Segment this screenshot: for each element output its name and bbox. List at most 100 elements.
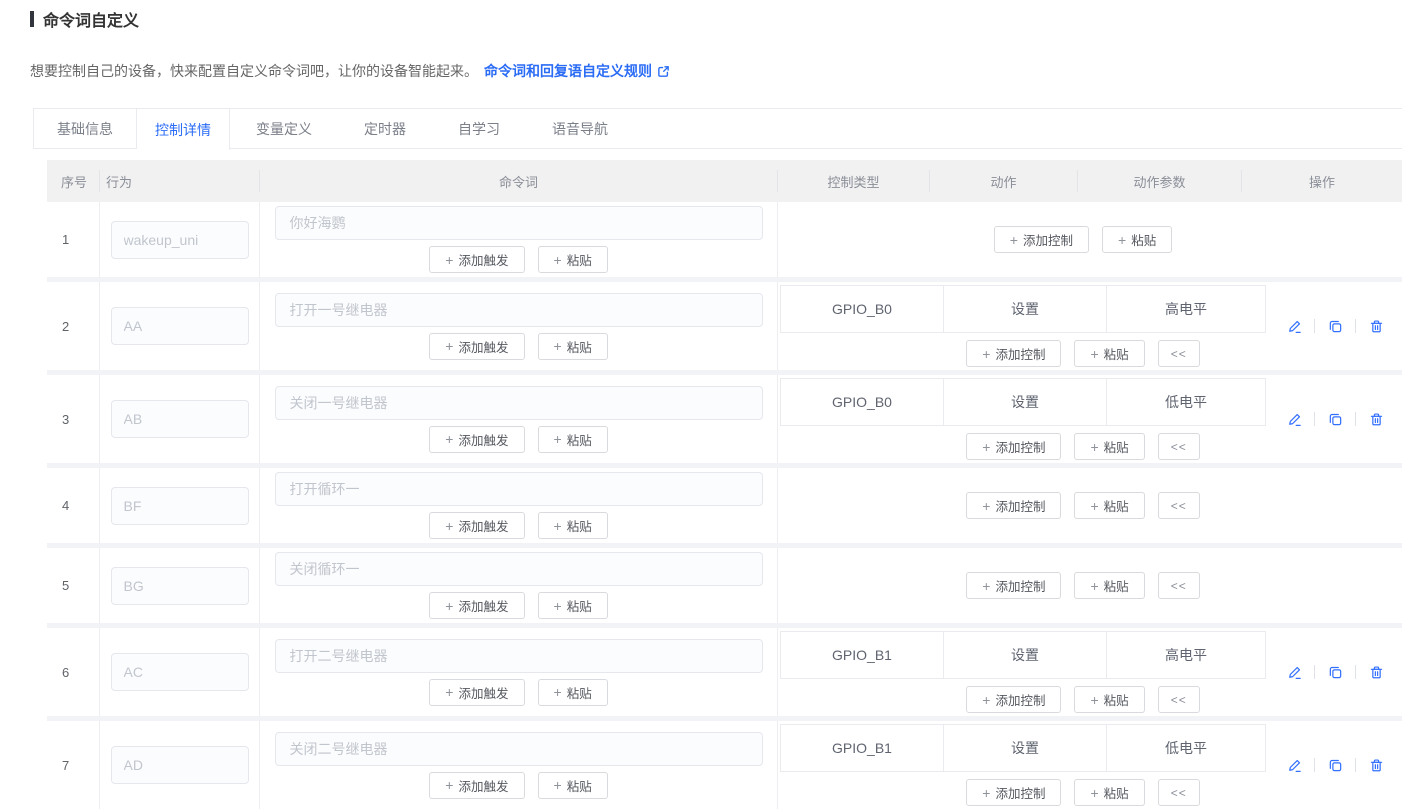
copy-button[interactable] — [1326, 410, 1344, 428]
behavior-input[interactable] — [111, 221, 249, 259]
tab-variable-definition[interactable]: 变量定义 — [230, 109, 338, 149]
behavior-input[interactable] — [111, 746, 249, 784]
delete-button[interactable] — [1367, 410, 1385, 428]
add-trigger-button[interactable]: +添加触发 — [429, 246, 524, 273]
tab-voice-navigation[interactable]: 语音导航 — [526, 109, 634, 149]
add-trigger-button[interactable]: +添加触发 — [429, 772, 524, 799]
paste-control-button[interactable]: +粘贴 — [1102, 226, 1172, 253]
paste-control-button[interactable]: +粘贴 — [1074, 686, 1144, 713]
command-input[interactable] — [275, 639, 763, 673]
command-input[interactable] — [275, 472, 763, 506]
plus-icon: + — [554, 432, 562, 446]
paste-trigger-button[interactable]: +粘贴 — [538, 772, 608, 799]
behavior-input[interactable] — [111, 653, 249, 691]
command-input[interactable] — [275, 206, 763, 240]
copy-icon — [1328, 412, 1343, 427]
command-cell: +添加触发 +粘贴 — [260, 375, 778, 463]
add-control-button[interactable]: +添加控制 — [966, 340, 1061, 367]
page-description-row: 想要控制自己的设备，快来配置自定义命令词吧，让你的设备智能起来。 命令词和回复语… — [30, 61, 1402, 81]
behavior-input[interactable] — [111, 400, 249, 438]
plus-icon: + — [1090, 786, 1098, 800]
paste-trigger-button[interactable]: +粘贴 — [538, 679, 608, 706]
paste-control-button[interactable]: +粘贴 — [1074, 492, 1144, 519]
add-control-button[interactable]: +添加控制 — [966, 433, 1061, 460]
delete-button[interactable] — [1367, 317, 1385, 335]
copy-button[interactable] — [1326, 663, 1344, 681]
control-action-value: 设置 — [944, 379, 1107, 425]
add-trigger-button[interactable]: +添加触发 — [429, 426, 524, 453]
tab-self-learning[interactable]: 自学习 — [432, 109, 526, 149]
delete-button[interactable] — [1367, 756, 1385, 774]
tab-bar: 基础信息 控制详情 变量定义 定时器 自学习 语音导航 — [33, 108, 1402, 149]
add-control-label: 添加控制 — [995, 496, 1045, 515]
behavior-input[interactable] — [111, 567, 249, 605]
add-trigger-button[interactable]: +添加触发 — [429, 592, 524, 619]
paste-control-button[interactable]: +粘贴 — [1074, 433, 1144, 460]
col-header-control-type: 控制类型 — [778, 170, 930, 192]
paste-label: 粘贴 — [567, 596, 592, 615]
add-trigger-label: 添加触发 — [458, 430, 508, 449]
add-control-button[interactable]: + 添加控制 — [966, 779, 1061, 806]
command-input[interactable] — [275, 386, 763, 420]
rules-link[interactable]: 命令词和回复语自定义规则 — [484, 61, 670, 81]
table-row: 1 +添加触发 +粘贴 +添加控制 +粘贴 — [47, 202, 1402, 277]
behavior-input[interactable] — [111, 487, 249, 525]
control-box: GPIO_B0 设置 低电平 — [780, 378, 1266, 426]
trigger-button-row: +添加触发 +粘贴 — [429, 246, 607, 273]
add-trigger-button[interactable]: +添加触发 — [429, 512, 524, 539]
command-input[interactable] — [275, 732, 763, 766]
add-control-label: 添加控制 — [995, 783, 1045, 802]
paste-trigger-button[interactable]: +粘贴 — [538, 592, 608, 619]
paste-trigger-button[interactable]: +粘贴 — [538, 426, 608, 453]
plus-icon: + — [982, 786, 990, 800]
add-trigger-button[interactable]: +添加触发 — [429, 679, 524, 706]
col-header-index: 序号 — [47, 170, 100, 192]
paste-control-button[interactable]: +粘贴 — [1074, 572, 1144, 599]
collapse-button[interactable]: << — [1158, 779, 1200, 806]
paste-label: 粘贴 — [567, 250, 592, 269]
paste-trigger-button[interactable]: +粘贴 — [538, 512, 608, 539]
add-trigger-button[interactable]: +添加触发 — [429, 333, 524, 360]
edit-button[interactable] — [1285, 663, 1303, 681]
row-index: 6 — [47, 628, 100, 716]
copy-button[interactable] — [1326, 317, 1344, 335]
collapse-button[interactable]: << — [1158, 686, 1200, 713]
control-action-value: 设置 — [944, 286, 1107, 332]
table-body: 1 +添加触发 +粘贴 +添加控制 +粘贴 2 — [47, 202, 1402, 809]
edit-button[interactable] — [1285, 317, 1303, 335]
copy-button[interactable] — [1326, 756, 1344, 774]
plus-icon: + — [445, 519, 453, 533]
collapse-button[interactable]: << — [1158, 572, 1200, 599]
add-control-button[interactable]: +添加控制 — [994, 226, 1089, 253]
paste-control-button[interactable]: + 粘贴 — [1074, 779, 1144, 806]
paste-trigger-button[interactable]: +粘贴 — [538, 333, 608, 360]
table-row: 4 +添加触发 +粘贴 +添加控制 +粘贴 << — [47, 468, 1402, 543]
paste-control-button[interactable]: +粘贴 — [1074, 340, 1144, 367]
row-index: 3 — [47, 375, 100, 463]
tab-timer[interactable]: 定时器 — [338, 109, 432, 149]
page-title: 命令词自定义 — [43, 7, 139, 31]
paste-trigger-button[interactable]: +粘贴 — [538, 246, 608, 273]
tab-control-details[interactable]: 控制详情 — [137, 109, 230, 150]
collapse-button[interactable]: << — [1158, 492, 1200, 519]
collapse-button[interactable]: << — [1158, 433, 1200, 460]
plus-icon: + — [445, 599, 453, 613]
add-control-button[interactable]: +添加控制 — [966, 686, 1061, 713]
behavior-input[interactable] — [111, 307, 249, 345]
command-input[interactable] — [275, 552, 763, 586]
edit-button[interactable] — [1285, 756, 1303, 774]
collapse-button[interactable]: << — [1158, 340, 1200, 367]
add-control-button[interactable]: +添加控制 — [966, 572, 1061, 599]
operations-divider — [1355, 758, 1356, 772]
row-operations — [1268, 628, 1402, 716]
trigger-button-row: +添加触发 +粘贴 — [429, 592, 607, 619]
add-control-button[interactable]: +添加控制 — [966, 492, 1061, 519]
page-header: 命令词自定义 — [30, 7, 1402, 31]
delete-button[interactable] — [1367, 663, 1385, 681]
paste-label: 粘贴 — [1104, 783, 1129, 802]
tab-basic-info[interactable]: 基础信息 — [33, 109, 137, 149]
command-input[interactable] — [275, 293, 763, 327]
edit-button[interactable] — [1285, 410, 1303, 428]
control-param-value: 低电平 — [1107, 379, 1265, 425]
copy-icon — [1328, 319, 1343, 334]
